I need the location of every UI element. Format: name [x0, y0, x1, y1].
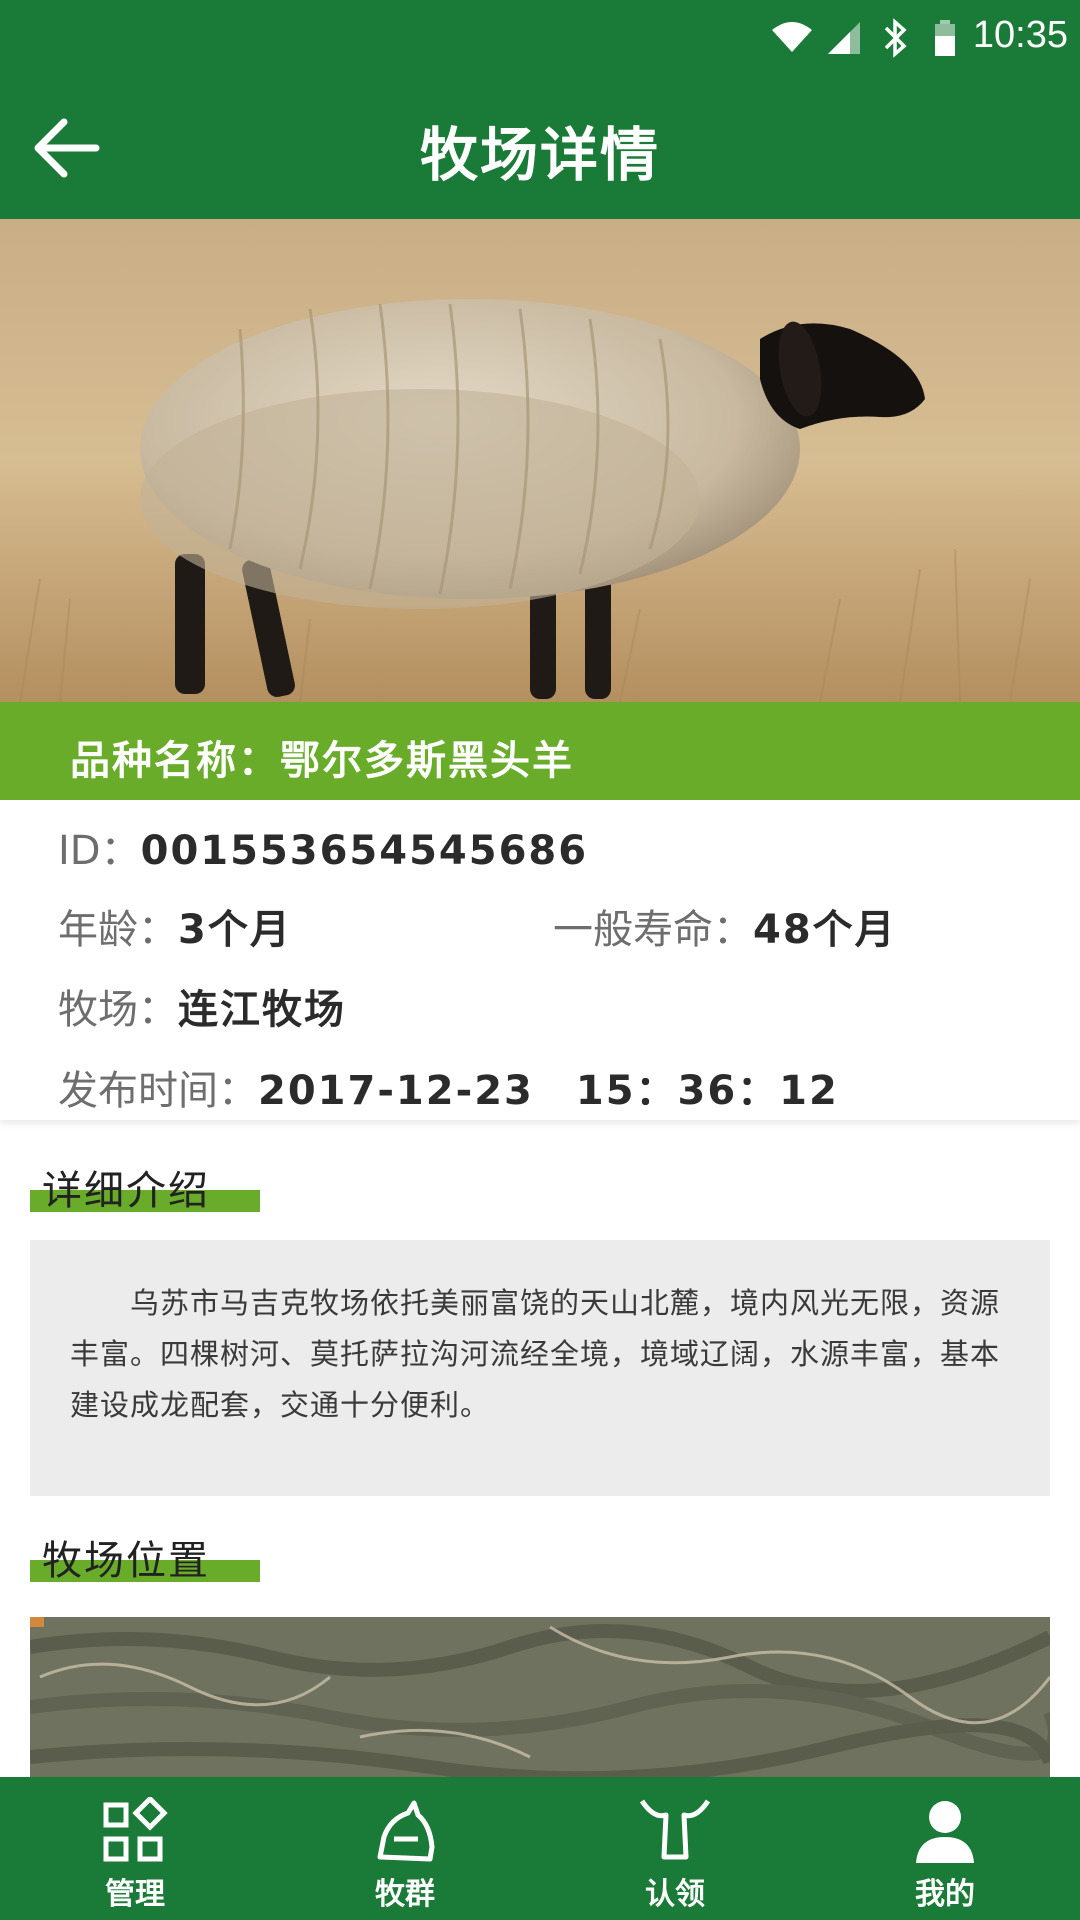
- bluetooth-icon: [884, 18, 907, 58]
- intro-text-box: 乌苏市马吉克牧场依托美丽富饶的天山北麓，境内风光无限，资源丰富。四棵树河、莫托萨…: [30, 1240, 1050, 1496]
- nav-label-mine: 我的: [915, 1877, 975, 1912]
- horse-icon: [377, 1800, 435, 1862]
- app-header: 10:35 牧场详情: [0, 0, 1080, 219]
- breed-name: 品种名称：鄂尔多斯黑头羊: [70, 738, 574, 784]
- location-title: 牧场位置: [42, 1538, 210, 1584]
- user-icon: [916, 1801, 974, 1863]
- bottom-nav: 管理 牧群 认领 我的: [0, 1777, 1080, 1920]
- grid-icon: [103, 1797, 168, 1862]
- age-row: 年龄：3个月: [58, 897, 292, 955]
- nav-item-mine[interactable]: 我的: [810, 1777, 1080, 1920]
- signal-icon: [828, 22, 860, 54]
- page-title: 牧场详情: [419, 121, 660, 189]
- horns-icon: [640, 1799, 710, 1860]
- nav-item-adopt[interactable]: 认领: [540, 1777, 810, 1920]
- intro-text: 乌苏市马吉克牧场依托美丽富饶的天山北麓，境内风光无限，资源丰富。四棵树河、莫托萨…: [70, 1286, 1001, 1422]
- publish-row: 发布时间：2017-12-23 15：36：12: [58, 1058, 839, 1116]
- wifi-icon: [772, 22, 812, 52]
- location-section-title: 牧场位置: [30, 1528, 260, 1586]
- id-value: 001553654545686: [140, 828, 589, 874]
- status-bar: 10:35: [0, 0, 1080, 75]
- nav-label-adopt: 认领: [645, 1877, 705, 1912]
- intro-section-title: 详细介绍: [30, 1158, 260, 1216]
- info-panel: ID：001553654545686 年龄：3个月 一般寿命：48个月 牧场：连…: [0, 800, 1080, 1120]
- ranch-row: 牧场：连江牧场: [58, 977, 346, 1035]
- nav-label-manage: 管理: [105, 1877, 165, 1912]
- publish-value: 2017-12-23 15：36：12: [258, 1068, 839, 1114]
- sheep-photo: [0, 219, 1080, 702]
- nav-label-herd: 牧群: [375, 1877, 435, 1912]
- ranch-detail-screen: 10:35 牧场详情 品种名称：鄂尔多斯黑头羊 ID：0015536545456…: [0, 0, 1080, 1920]
- id-row: ID：001553654545686: [58, 818, 588, 876]
- intro-title: 详细介绍: [42, 1168, 210, 1214]
- age-value: 3个月: [178, 907, 292, 953]
- lifespan-value: 48个月: [753, 907, 897, 953]
- nav-item-manage[interactable]: 管理: [0, 1777, 270, 1920]
- battery-icon: [935, 20, 955, 56]
- publish-label: 发布时间：: [58, 1068, 258, 1114]
- ranch-label: 牧场：: [58, 987, 178, 1033]
- breed-banner: 品种名称：鄂尔多斯黑头羊: [0, 702, 1080, 800]
- ranch-value: 连江牧场: [178, 987, 346, 1033]
- lifespan-label: 一般寿命：: [553, 907, 753, 953]
- lifespan-row: 一般寿命：48个月: [553, 897, 897, 955]
- ranch-map[interactable]: [30, 1617, 1050, 1777]
- age-label: 年龄：: [58, 907, 178, 953]
- id-label: ID：: [58, 828, 141, 874]
- status-time: 10:35: [972, 14, 1068, 56]
- nav-item-herd[interactable]: 牧群: [270, 1777, 540, 1920]
